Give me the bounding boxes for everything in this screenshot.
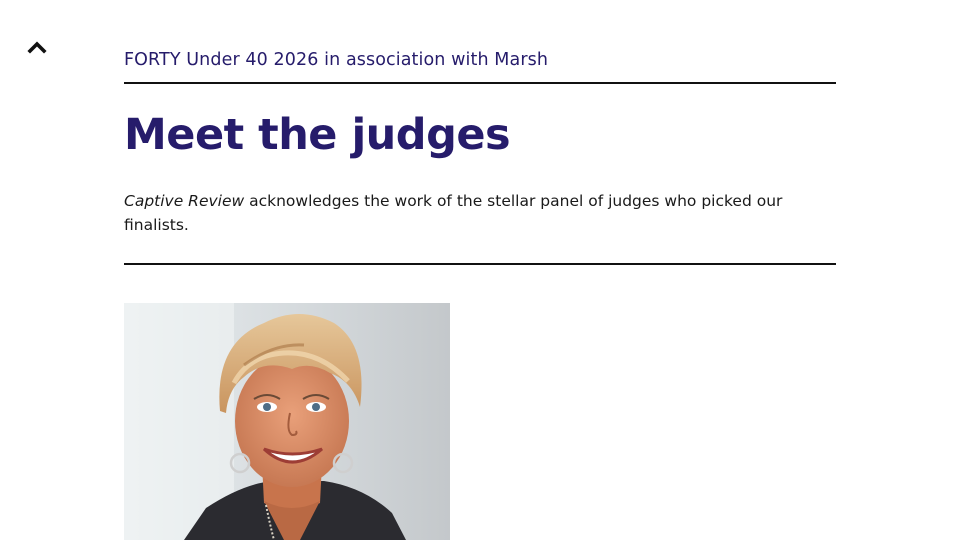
judge-portrait-photo [124, 303, 450, 540]
publication-name: Captive Review [124, 192, 245, 210]
portrait-illustration [124, 303, 450, 540]
section-eyebrow: FORTY Under 40 2026 in association with … [124, 50, 549, 70]
back-to-top-button[interactable] [26, 36, 48, 54]
page-title: Meet the judges [124, 110, 511, 160]
divider-top [124, 82, 836, 84]
divider-bottom [124, 263, 836, 265]
chevron-up-icon [27, 41, 47, 54]
page: FORTY Under 40 2026 in association with … [0, 0, 960, 540]
intro-paragraph: Captive Review acknowledges the work of … [124, 189, 824, 237]
